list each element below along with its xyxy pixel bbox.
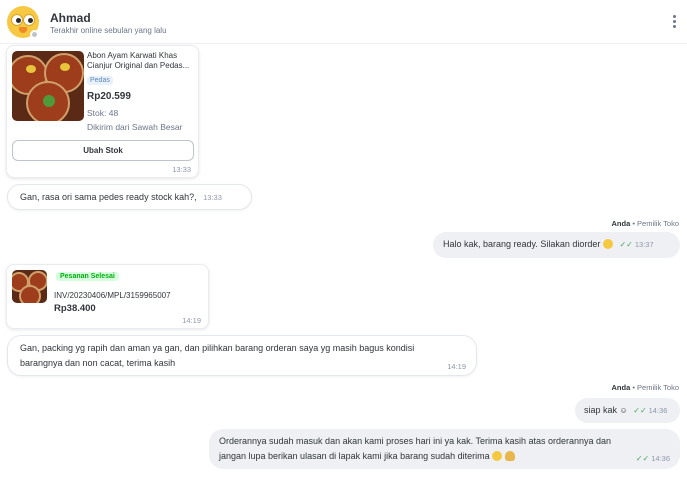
variant-badge: Pedas: [87, 76, 113, 85]
chat-header: Ahmad Terakhir online sebulan yang lalu: [0, 0, 687, 44]
message-text: Gan, rasa ori sama pedes ready stock kah…: [20, 192, 197, 202]
sender-label: Anda • Pemilik Toko: [611, 219, 679, 228]
message-text: siap kak: [584, 405, 618, 415]
order-status-badge: Pesanan Selesai: [56, 272, 119, 281]
smile-emoji-icon: [602, 239, 613, 249]
smile-emoji-icon: ☺: [619, 406, 628, 415]
timestamp: 13:33: [172, 165, 191, 174]
product-image[interactable]: [12, 51, 84, 121]
smile-emoji-icon: [492, 451, 503, 461]
message-text: Halo kak, barang ready. Silakan diorder: [443, 239, 601, 249]
message-text-line2: jangan lupa berikan ulasan di lapak kami…: [219, 451, 490, 461]
last-online-text: Terakhir online sebulan yang lalu: [50, 26, 167, 35]
sender-label: Anda • Pemilik Toko: [611, 383, 679, 392]
timestamp: 14:36: [651, 454, 670, 463]
message-text-line2: barangnya dan non cacat, terima kasih: [20, 358, 176, 368]
order-product-image[interactable]: [12, 270, 47, 303]
incoming-message[interactable]: Gan, packing yg rapih dan aman ya gan, d…: [7, 335, 477, 376]
product-card[interactable]: Abon Ayam Karwati Khas Cianjur Original …: [6, 45, 199, 178]
shipped-from: Dikirim dari Sawah Besar: [87, 122, 183, 132]
change-stock-button[interactable]: Ubah Stok: [12, 140, 194, 161]
order-total: Rp38.400: [54, 303, 96, 314]
timestamp: 14:19: [447, 362, 466, 371]
message-text-line1: Orderannya sudah masuk dan akan kami pro…: [219, 436, 612, 446]
timestamp: 14:19: [182, 316, 201, 325]
timestamp: 13:37: [634, 240, 654, 249]
message-text-line1: Gan, packing yg rapih dan aman ya gan, d…: [20, 343, 415, 353]
invoice-number[interactable]: INV/20230406/MPL/3159965007: [54, 291, 171, 300]
double-check-icon: ✓✓: [633, 406, 647, 415]
incoming-message[interactable]: Gan, rasa ori sama pedes ready stock kah…: [7, 184, 252, 210]
product-title[interactable]: Abon Ayam Karwati Khas Cianjur Original …: [87, 51, 197, 71]
double-check-icon: ✓✓: [635, 454, 650, 463]
contact-name[interactable]: Ahmad: [50, 11, 91, 25]
product-price: Rp20.599: [87, 91, 131, 102]
double-check-icon: ✓✓: [619, 240, 633, 249]
order-card[interactable]: Pesanan Selesai INV/20230406/MPL/3159965…: [6, 264, 209, 329]
timestamp: 13:33: [203, 193, 222, 202]
outgoing-message[interactable]: Orderannya sudah masuk dan akan kami pro…: [209, 429, 680, 469]
pray-emoji-icon: [504, 451, 515, 461]
outgoing-message[interactable]: Halo kak, barang ready. Silakan diorder …: [433, 232, 680, 258]
more-vertical-icon[interactable]: [668, 14, 680, 32]
message-meta: ✓✓ 14:36: [636, 451, 670, 466]
timestamp: 14:36: [648, 406, 668, 415]
product-stock: Stok: 48: [87, 108, 119, 118]
online-status-dot: [30, 30, 39, 39]
outgoing-message[interactable]: siap kak ☺ ✓✓ 14:36: [575, 398, 680, 423]
